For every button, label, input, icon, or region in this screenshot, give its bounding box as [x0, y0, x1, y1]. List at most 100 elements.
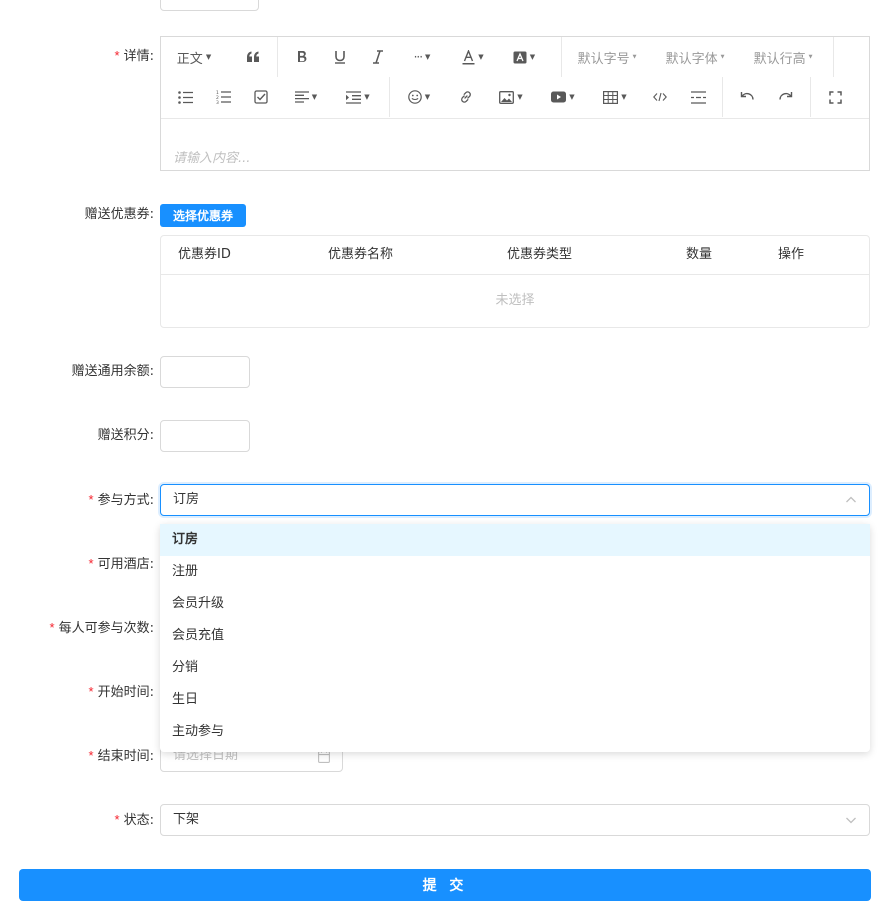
required-mark: *	[88, 748, 94, 763]
coupon-table: 优惠券ID 优惠券名称 优惠券类型 数量 操作 未选择	[160, 235, 870, 328]
video-button[interactable]: ▼	[543, 77, 583, 117]
balance-input[interactable]	[160, 356, 250, 388]
top-partial-input[interactable]	[160, 0, 259, 11]
divider-button[interactable]	[683, 77, 713, 117]
dropdown-option-register[interactable]: 注册	[160, 556, 870, 588]
video-icon	[551, 91, 567, 103]
rich-text-editor[interactable]: 正文 ▼ ··· ▼ ▼ ▼ 默认字号 ▼ 默认字体 ▼ 默认行高 ▼ 1 2 …	[160, 36, 870, 171]
undo-button[interactable]	[731, 77, 763, 117]
chevron-down-icon: ▼	[364, 93, 370, 101]
font-size-select[interactable]: 默认字号 ▼	[571, 37, 643, 77]
status-value: 下架	[173, 812, 200, 827]
start-time-label: * 开始时间:	[88, 684, 154, 700]
image-button[interactable]: ▼	[491, 77, 531, 117]
font-family-select[interactable]: 默认字体 ▼	[659, 37, 731, 77]
table-header-name: 优惠券名称	[328, 247, 394, 262]
dropdown-option-distribution[interactable]: 分销	[160, 652, 870, 684]
chevron-down-icon: ▼	[529, 53, 536, 61]
required-mark: *	[49, 620, 55, 635]
editor-toolbar-row-2: 123 ▼ ▼ ▼ ▼ ▼ ▼	[161, 77, 869, 117]
chevron-down-icon: ▼	[569, 93, 575, 101]
toolbar-separator	[833, 37, 834, 77]
image-icon	[499, 90, 515, 104]
more-styles-button[interactable]: ··· ▼	[401, 37, 443, 77]
table-icon	[603, 90, 619, 104]
required-mark: *	[114, 48, 120, 63]
toolbar-separator	[722, 77, 723, 117]
chevron-down-icon: ▼	[425, 53, 431, 61]
table-button[interactable]: ▼	[595, 77, 635, 117]
code-icon	[653, 92, 667, 102]
dropdown-option-active[interactable]: 主动参与	[160, 716, 870, 748]
divider-icon	[690, 90, 706, 104]
participation-value: 订房	[173, 492, 200, 507]
bg-color-button[interactable]: ▼	[503, 37, 545, 77]
participation-dropdown: 订房 注册 会员升级 会员充值 分销 生日 主动参与	[160, 524, 870, 752]
editor-divider	[161, 118, 869, 119]
todo-icon	[254, 90, 268, 104]
bullet-list-button[interactable]	[171, 77, 199, 117]
balance-label: 赠送通用余额:	[71, 364, 154, 379]
italic-button[interactable]	[363, 37, 393, 77]
redo-button[interactable]	[769, 77, 801, 117]
chevron-down-icon: ▼	[632, 54, 637, 60]
chevron-down-icon: ▼	[808, 54, 813, 60]
required-mark: *	[88, 684, 94, 699]
quote-button[interactable]	[237, 37, 269, 77]
participation-select[interactable]: 订房	[160, 484, 870, 516]
fullscreen-icon	[828, 90, 842, 104]
editor-content-placeholder[interactable]: 请输入内容...	[173, 147, 250, 166]
required-mark: *	[88, 492, 94, 507]
align-button[interactable]: ▼	[285, 77, 327, 117]
details-label: * 详情:	[114, 48, 154, 64]
points-label: 赠送积分:	[97, 428, 154, 443]
dropdown-option-booking[interactable]: 订房	[160, 524, 870, 556]
hotels-label: * 可用酒店:	[88, 556, 154, 572]
select-coupon-button[interactable]: 选择优惠券	[160, 204, 246, 227]
chevron-down-icon: ▼	[424, 93, 431, 101]
code-button[interactable]	[645, 77, 675, 117]
emoji-button[interactable]: ▼	[399, 77, 439, 117]
status-label: * 状态:	[114, 812, 154, 828]
fullscreen-button[interactable]	[819, 77, 851, 117]
coupon-label: 赠送优惠券:	[84, 207, 154, 222]
dropdown-option-birthday[interactable]: 生日	[160, 684, 870, 716]
undo-icon	[740, 92, 754, 100]
indent-icon	[346, 90, 362, 104]
numbered-list-button[interactable]: 123	[209, 77, 237, 117]
chevron-down-icon: ▼	[517, 93, 523, 101]
dropdown-option-member-recharge[interactable]: 会员充值	[160, 620, 870, 652]
chevron-down-icon	[846, 817, 856, 824]
emoji-icon	[407, 90, 422, 104]
line-height-select[interactable]: 默认行高 ▼	[747, 37, 819, 77]
heading-select[interactable]: 正文 ▼	[167, 37, 221, 77]
font-color-button[interactable]: ▼	[451, 37, 495, 77]
table-header-type: 优惠券类型	[507, 247, 573, 262]
chevron-down-icon: ▼	[311, 93, 318, 101]
bullet-list-icon	[177, 90, 193, 104]
svg-text:3: 3	[216, 100, 219, 104]
toolbar-separator	[561, 37, 562, 77]
toolbar-separator	[389, 77, 390, 117]
submit-button[interactable]: 提 交	[19, 869, 871, 901]
status-select[interactable]: 下架	[160, 804, 870, 836]
points-input[interactable]	[160, 420, 250, 452]
italic-icon	[373, 50, 383, 64]
table-header-id: 优惠券ID	[178, 247, 231, 262]
todo-button[interactable]	[247, 77, 275, 117]
link-button[interactable]	[451, 77, 481, 117]
dropdown-option-member-upgrade[interactable]: 会员升级	[160, 588, 870, 620]
underline-button[interactable]	[325, 37, 355, 77]
participation-label: * 参与方式:	[88, 492, 154, 508]
chevron-down-icon: ▼	[720, 54, 725, 60]
editor-toolbar-row-1: 正文 ▼ ··· ▼ ▼ ▼ 默认字号 ▼ 默认字体 ▼ 默认行高 ▼	[161, 37, 869, 77]
table-header-quantity: 数量	[686, 247, 713, 262]
redo-icon	[778, 92, 792, 100]
required-mark: *	[88, 556, 94, 571]
indent-button[interactable]: ▼	[337, 77, 379, 117]
bg-color-icon	[513, 51, 527, 63]
font-color-icon	[462, 49, 475, 64]
chevron-down-icon: ▼	[621, 93, 627, 101]
toolbar-separator	[277, 37, 278, 77]
bold-button[interactable]	[287, 37, 317, 77]
